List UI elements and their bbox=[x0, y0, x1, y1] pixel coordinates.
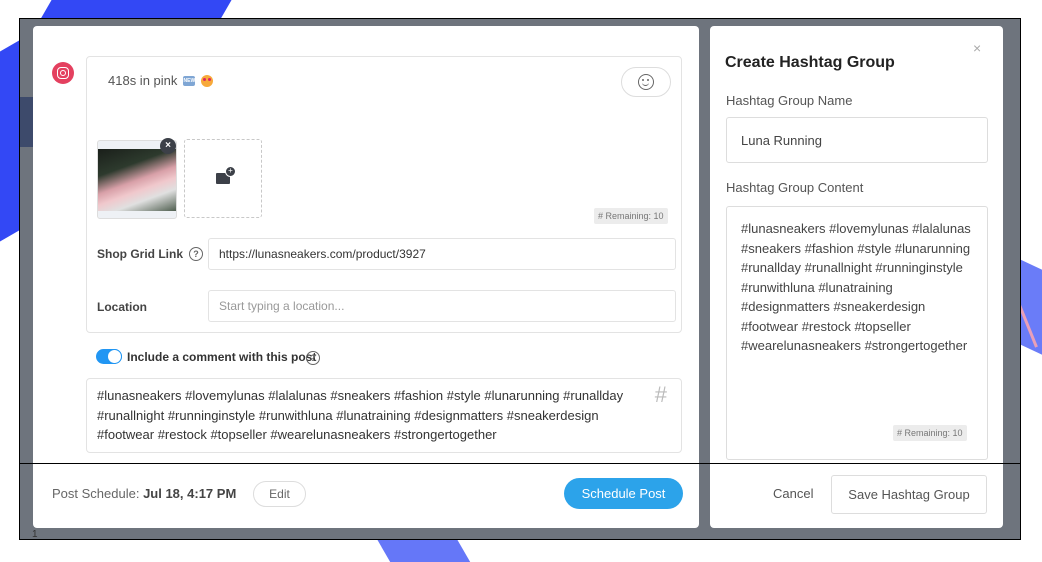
group-content-label: Hashtag Group Content bbox=[726, 180, 864, 195]
comment-textarea[interactable]: #lunasneakers #lovemylunas #lalalunas #s… bbox=[86, 378, 682, 453]
caption-field[interactable]: 418s in pink NEW bbox=[108, 73, 214, 88]
caption-text: 418s in pink bbox=[108, 73, 178, 88]
group-name-label: Hashtag Group Name bbox=[726, 93, 853, 108]
decorative-brush-stroke bbox=[376, 538, 474, 562]
include-comment-toggle[interactable] bbox=[96, 349, 122, 364]
add-media-button[interactable] bbox=[184, 139, 262, 218]
instagram-icon bbox=[52, 62, 74, 84]
schedule-post-button[interactable]: Schedule Post bbox=[564, 478, 683, 509]
help-icon[interactable]: ? bbox=[189, 247, 203, 261]
save-hashtag-group-button[interactable]: Save Hashtag Group bbox=[831, 475, 987, 514]
heart-eyes-emoji bbox=[201, 74, 214, 87]
help-icon[interactable]: ? bbox=[306, 351, 320, 365]
group-content-textarea[interactable]: #lunasneakers #lovemylunas #lalalunas #s… bbox=[726, 206, 988, 460]
background-row-number: 1 bbox=[32, 529, 38, 540]
add-image-icon bbox=[216, 166, 236, 184]
include-comment-label: Include a comment with this post bbox=[127, 350, 317, 364]
hashtag-icon[interactable]: # bbox=[655, 384, 667, 405]
smiley-icon bbox=[638, 74, 654, 90]
shop-grid-label-row: Shop Grid Link ? bbox=[97, 247, 203, 261]
divider-line bbox=[19, 463, 1021, 464]
close-icon[interactable]: × bbox=[973, 40, 981, 56]
emoji-picker-button[interactable] bbox=[621, 67, 671, 97]
new-badge-emoji: NEW bbox=[183, 75, 196, 86]
remaining-hashtags-badge: # Remaining: 10 bbox=[893, 425, 967, 441]
cancel-button[interactable]: Cancel bbox=[773, 486, 813, 501]
remove-media-icon[interactable]: × bbox=[160, 138, 176, 154]
sneaker-photo bbox=[98, 149, 176, 211]
post-schedule: Post Schedule: Jul 18, 4:17 PM bbox=[52, 486, 236, 501]
comment-text: #lunasneakers #lovemylunas #lalalunas #s… bbox=[97, 388, 624, 442]
edit-schedule-button[interactable]: Edit bbox=[253, 481, 306, 507]
schedule-prefix: Post Schedule: bbox=[52, 486, 144, 501]
schedule-value: Jul 18, 4:17 PM bbox=[143, 486, 237, 501]
location-input[interactable]: Start typing a location... bbox=[208, 290, 676, 322]
location-label: Location bbox=[97, 300, 147, 314]
group-name-input[interactable]: Luna Running bbox=[726, 117, 988, 163]
post-composer: 418s in pink NEW # Remaining: 10 Shop Gr… bbox=[86, 56, 682, 333]
remaining-hashtags-badge: # Remaining: 10 bbox=[594, 208, 668, 224]
background-bar bbox=[20, 97, 34, 147]
hashtag-group-title: Create Hashtag Group bbox=[725, 54, 895, 71]
shop-grid-label: Shop Grid Link bbox=[97, 247, 183, 261]
shop-grid-link-input[interactable]: https://lunasneakers.com/product/3927 bbox=[208, 238, 676, 270]
